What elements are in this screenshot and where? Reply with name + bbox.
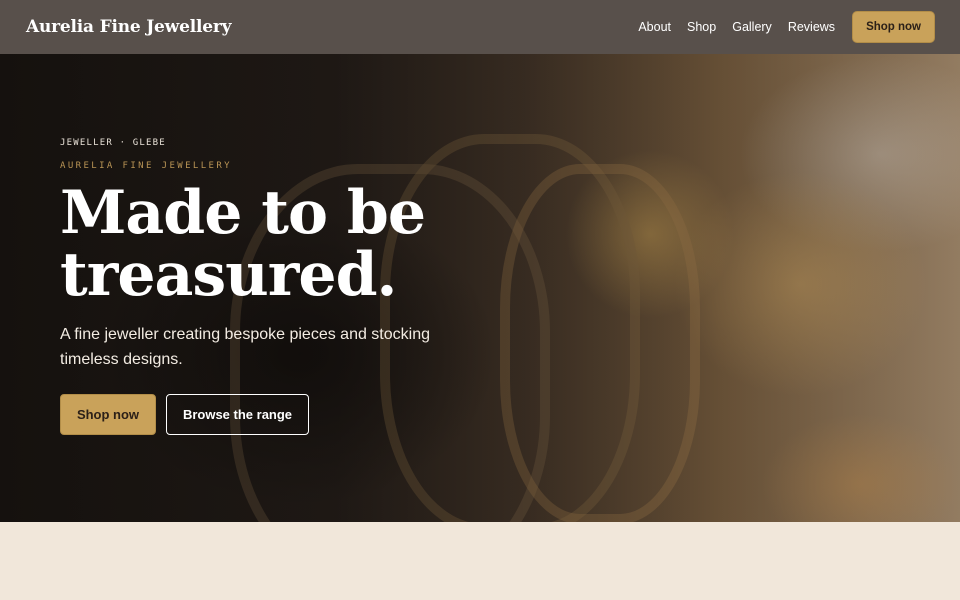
hero-ctas: Shop now Browse the range xyxy=(60,394,480,435)
hero-content: JEWELLER · GLEBE AURELIA FINE JEWELLERY … xyxy=(60,138,480,435)
hero-headline: Made to be treasured. xyxy=(60,182,480,306)
hero-lead: A fine jeweller creating bespoke pieces … xyxy=(60,326,430,368)
header-shop-now-button[interactable]: Shop now xyxy=(852,11,935,43)
nav-gallery[interactable]: Gallery xyxy=(732,20,772,34)
site-header: Aurelia Fine Jewellery About Shop Galler… xyxy=(0,0,960,54)
main-nav: About Shop Gallery Reviews Shop now xyxy=(622,11,935,43)
brand-logo[interactable]: Aurelia Fine Jewellery xyxy=(26,17,231,37)
below-hero-section xyxy=(0,522,960,600)
nav-shop[interactable]: Shop xyxy=(687,20,716,34)
hero-section: JEWELLER · GLEBE AURELIA FINE JEWELLERY … xyxy=(0,54,960,522)
headline-line-1: Made to be xyxy=(60,178,426,248)
browse-range-button[interactable]: Browse the range xyxy=(166,394,309,435)
hero-subeyebrow: AURELIA FINE JEWELLERY xyxy=(60,161,233,171)
nav-about[interactable]: About xyxy=(638,20,671,34)
hero-eyebrow: JEWELLER · GLEBE xyxy=(60,138,166,148)
headline-line-2: treasured. xyxy=(60,240,397,310)
shop-now-button[interactable]: Shop now xyxy=(60,394,156,435)
nav-reviews[interactable]: Reviews xyxy=(788,20,835,34)
